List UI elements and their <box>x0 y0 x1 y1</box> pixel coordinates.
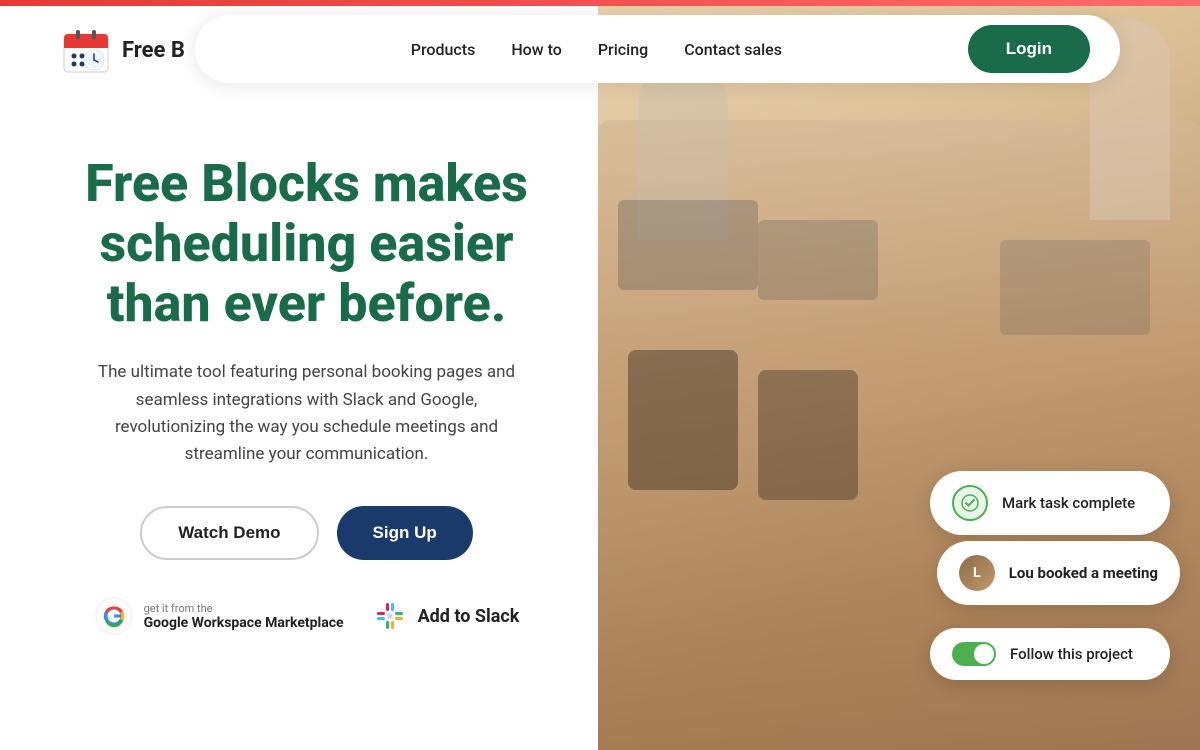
hero-title: Free Blocks makes scheduling easier than… <box>70 154 543 333</box>
nav-links: Products How to Pricing Contact sales <box>225 40 968 59</box>
slack-icon <box>372 598 408 634</box>
booked-meeting-notification: L Lou booked a meeting <box>937 541 1180 605</box>
sign-up-button[interactable]: Sign Up <box>337 506 473 560</box>
login-button[interactable]: Login <box>968 25 1090 73</box>
google-small-text: get it from the <box>144 602 344 615</box>
hero-left: Free Blocks makes scheduling easier than… <box>0 0 598 750</box>
top-bar <box>0 0 1200 6</box>
nav-howto[interactable]: How to <box>511 40 562 59</box>
hero-subtitle: The ultimate tool featuring personal boo… <box>87 359 527 468</box>
hero-buttons: Watch Demo Sign Up <box>70 506 543 560</box>
mark-task-notification: Mark task complete <box>930 471 1170 535</box>
toggle-knob <box>974 644 994 664</box>
hero-title-line1: Free Blocks makes <box>85 153 528 214</box>
follow-project-notification: Follow this project <box>930 628 1170 680</box>
slack-name: Add to Slack <box>418 606 520 627</box>
logo-icon <box>60 24 112 76</box>
lou-avatar: L <box>959 555 995 591</box>
slack-integration[interactable]: Add to Slack <box>372 598 520 634</box>
logo-text: Free B <box>122 38 185 63</box>
follow-project-label: Follow this project <box>1010 645 1133 663</box>
google-icon <box>94 596 134 636</box>
nav-pricing[interactable]: Pricing <box>598 40 648 59</box>
hero-title-line3: than ever before. <box>107 273 507 334</box>
google-workspace-integration[interactable]: get it from the Google Workspace Marketp… <box>94 596 344 636</box>
check-icon <box>961 494 979 512</box>
nav-products[interactable]: Products <box>411 40 476 59</box>
follow-toggle[interactable] <box>952 642 996 666</box>
mark-task-label: Mark task complete <box>1002 494 1135 512</box>
navbar: Products How to Pricing Contact sales Lo… <box>195 15 1120 83</box>
hero-right: Mark task complete L Lou booked a meetin… <box>598 0 1200 750</box>
nav-contact[interactable]: Contact sales <box>684 40 782 59</box>
watch-demo-button[interactable]: Watch Demo <box>140 506 318 560</box>
google-name: Google Workspace Marketplace <box>144 615 344 631</box>
logo-area: Free B <box>60 24 185 76</box>
google-text: get it from the Google Workspace Marketp… <box>144 602 344 631</box>
check-icon-container <box>952 485 988 521</box>
booked-meeting-text: Lou booked a meeting <box>1009 564 1158 582</box>
hero-integrations: get it from the Google Workspace Marketp… <box>70 596 543 636</box>
hero-title-line2: scheduling easier <box>99 213 513 274</box>
